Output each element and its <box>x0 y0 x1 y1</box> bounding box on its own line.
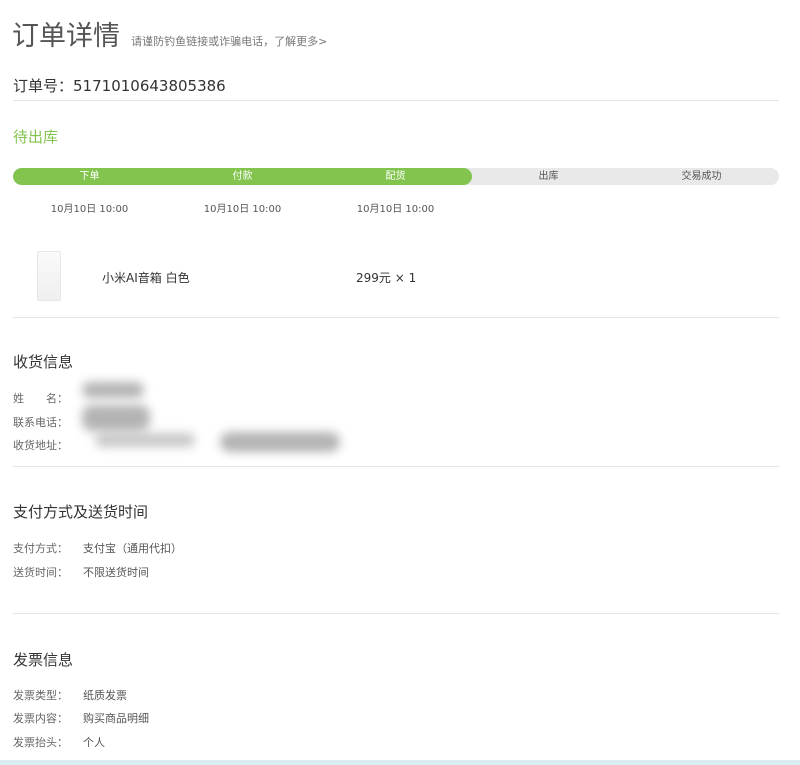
address-label: 收货地址： <box>13 439 68 452</box>
step-label-pay: 付款 <box>232 171 253 182</box>
delivery-time-label: 送货时间： <box>13 566 68 579</box>
redacted-name <box>82 382 144 398</box>
divider <box>13 100 779 101</box>
step-time-order: 10月10日 10:00 <box>50 204 129 215</box>
divider <box>13 466 779 467</box>
fraud-warning-link[interactable]: 请谨防钓鱼链接或诈骗电话，了解更多> <box>131 35 327 48</box>
page-header: 订单详情 请谨防钓鱼链接或诈骗电话，了解更多> <box>12 14 327 53</box>
shipping-section-title: 收货信息 <box>13 353 74 371</box>
order-number: 订单号：5171010643805386 <box>13 75 226 96</box>
divider <box>13 613 779 614</box>
payment-method-value: 支付宝（通用代扣） <box>83 542 182 555</box>
order-progress-bar: 下单 付款 配货 出库 交易成功 <box>13 168 779 185</box>
step-label-order: 下单 <box>79 171 100 182</box>
invoice-section-title: 发票信息 <box>13 651 74 669</box>
product-name[interactable]: 小米AI音箱 白色 <box>102 269 190 286</box>
redacted-phone <box>82 405 150 431</box>
invoice-header-label: 发票抬头： <box>13 736 68 749</box>
invoice-content-label: 发票内容： <box>13 712 68 725</box>
page-title: 订单详情 <box>12 21 120 52</box>
invoice-header-value: 个人 <box>83 736 105 749</box>
invoice-type-label: 发票类型： <box>13 689 68 702</box>
step-label-pick: 配货 <box>385 171 406 182</box>
payment-method-label: 支付方式： <box>13 542 68 555</box>
invoice-content-value: 购买商品明细 <box>83 712 149 725</box>
recipient-name-label: 姓 名： <box>13 392 68 405</box>
order-number-label: 订单号： <box>13 77 74 95</box>
payment-section-title: 支付方式及送货时间 <box>13 503 149 521</box>
phone-label: 联系电话： <box>13 416 68 429</box>
bottom-border <box>0 760 800 765</box>
divider <box>13 317 779 318</box>
speaker-product-image[interactable] <box>37 251 61 301</box>
step-time-pay: 10月10日 10:00 <box>203 204 282 215</box>
delivery-time-value: 不限送货时间 <box>83 566 149 579</box>
redacted-address-part <box>220 432 340 452</box>
step-label-ship: 出库 <box>538 171 559 182</box>
order-status: 待出库 <box>13 128 59 146</box>
step-label-complete: 交易成功 <box>681 171 722 182</box>
order-number-value: 5171010643805386 <box>73 77 226 95</box>
invoice-type-value: 纸质发票 <box>83 689 127 702</box>
step-time-pick: 10月10日 10:00 <box>356 204 435 215</box>
redacted-address-part <box>95 433 195 447</box>
product-price: 299元 × 1 <box>356 271 417 285</box>
